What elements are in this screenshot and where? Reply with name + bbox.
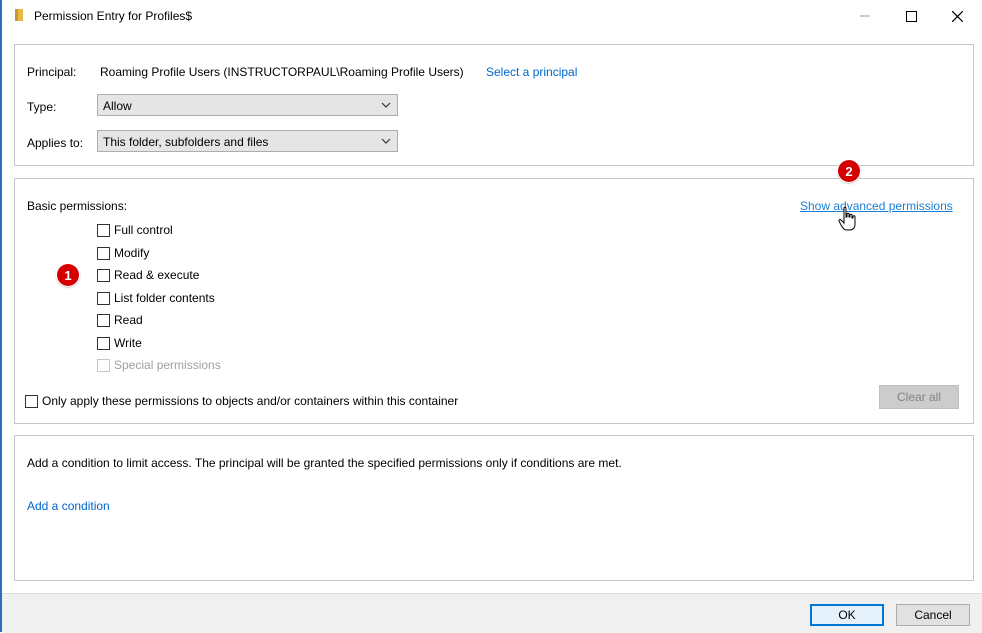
condition-description: Add a condition to limit access. The pri… (27, 456, 622, 470)
permission-label: List folder contents (114, 291, 215, 305)
permissions-group: Basic permissions: Show advanced permiss… (14, 178, 974, 424)
minimize-button[interactable] (842, 0, 888, 32)
title-bar: Permission Entry for Profiles$ (2, 0, 982, 32)
checkbox[interactable] (97, 313, 110, 327)
permission-special: Special permissions (97, 356, 221, 374)
minimize-icon (860, 15, 870, 17)
condition-group: Add a condition to limit access. The pri… (14, 435, 974, 581)
checkbox[interactable] (97, 291, 110, 305)
step-marker-2: 2 (838, 160, 860, 182)
permission-read[interactable]: Read (97, 311, 143, 329)
ok-button[interactable]: OK (810, 604, 884, 626)
permission-label: Full control (114, 223, 173, 237)
chevron-down-icon (381, 102, 391, 108)
only-apply-label: Only apply these permissions to objects … (42, 394, 459, 408)
chevron-down-icon (381, 138, 391, 144)
basic-permissions-heading: Basic permissions: (27, 199, 128, 213)
close-button[interactable] (934, 0, 980, 32)
applies-to-selected-value: This folder, subfolders and files (103, 135, 269, 149)
only-apply-option[interactable]: Only apply these permissions to objects … (25, 392, 458, 410)
permission-read-execute[interactable]: Read & execute (97, 266, 199, 284)
applies-to-select[interactable]: This folder, subfolders and files (97, 130, 398, 152)
permission-label: Modify (114, 246, 150, 260)
checkbox (97, 358, 110, 372)
applies-to-label: Applies to: (27, 136, 84, 150)
checkbox[interactable] (97, 246, 110, 260)
window-title: Permission Entry for Profiles$ (34, 9, 193, 23)
close-icon (951, 10, 963, 22)
cancel-button[interactable]: Cancel (896, 604, 970, 626)
dialog-footer: OK Cancel (2, 593, 982, 633)
clear-all-button: Clear all (879, 385, 959, 409)
add-condition-link[interactable]: Add a condition (27, 499, 110, 513)
permission-label: Special permissions (114, 358, 221, 372)
principal-label: Principal: (27, 65, 77, 79)
show-advanced-permissions-link[interactable]: Show advanced permissions (800, 199, 953, 213)
checkbox[interactable] (97, 268, 110, 282)
step-marker-1: 1 (57, 264, 79, 286)
maximize-icon (905, 10, 917, 22)
checkbox[interactable] (97, 223, 110, 237)
folder-icon (15, 9, 23, 21)
hand-cursor-icon (838, 206, 856, 231)
type-selected-value: Allow (103, 99, 132, 113)
type-label: Type: (27, 100, 57, 114)
permission-modify[interactable]: Modify (97, 244, 149, 262)
permission-label: Read & execute (114, 268, 200, 282)
window-edge (0, 0, 2, 632)
checkbox[interactable] (25, 394, 38, 408)
maximize-button[interactable] (888, 0, 934, 32)
permission-label: Write (114, 336, 142, 350)
principal-value: Roaming Profile Users (INSTRUCTORPAUL\Ro… (100, 65, 464, 79)
type-select[interactable]: Allow (97, 94, 398, 116)
principal-group: Principal: Roaming Profile Users (INSTRU… (14, 44, 974, 166)
permission-list-folder-contents[interactable]: List folder contents (97, 289, 215, 307)
select-principal-link[interactable]: Select a principal (486, 65, 577, 79)
checkbox[interactable] (97, 336, 110, 350)
permission-write[interactable]: Write (97, 334, 142, 352)
permission-full-control[interactable]: Full control (97, 221, 173, 239)
permission-label: Read (114, 313, 143, 327)
